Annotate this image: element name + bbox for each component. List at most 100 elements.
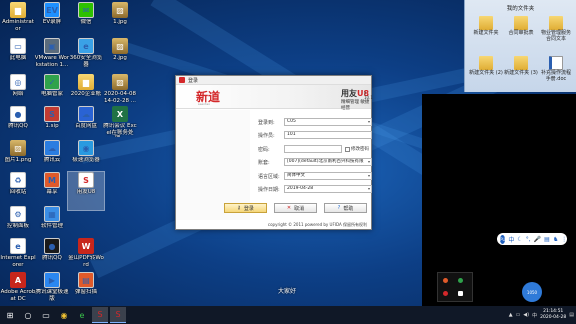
pc-manager-icon: ✓: [44, 74, 60, 90]
desktop-icon[interactable]: ▣ VMware Workstation 1...: [34, 38, 70, 76]
password-row: 密码: 修改密码: [258, 145, 369, 153]
image-file-icon: ▨: [10, 140, 26, 156]
desktop-icon[interactable]: ♻ 回收站: [0, 172, 36, 210]
desktop-icon-label: Internet Explorer: [0, 255, 36, 268]
desktop-icon-selected[interactable]: S 用友U8: [67, 171, 105, 211]
desktop-icon[interactable]: ▆ Administrat or: [0, 2, 36, 40]
ime-punct-icon[interactable]: °,: [526, 236, 531, 243]
login-button-label: 登录: [243, 205, 254, 212]
seentao-logo-sub: seentao: [198, 102, 211, 106]
cancel-button-label: 取消: [294, 205, 305, 212]
language-select[interactable]: 简体中文 ▾: [284, 172, 372, 180]
360-browser-icon[interactable]: e: [74, 307, 90, 323]
tray-app-icon[interactable]: ▲: [509, 312, 513, 318]
slogan: 精细管理 敏捷经营: [341, 100, 370, 111]
ime-shirt-icon[interactable]: ♞: [553, 236, 558, 243]
folder-icon: [514, 56, 528, 70]
excel-file-icon: X: [112, 106, 128, 122]
desktop-icon[interactable]: ● 腾讯QQ: [0, 106, 36, 144]
desktop-icon[interactable]: S 1.sip: [34, 106, 70, 144]
vmware-icon: ▣: [44, 38, 60, 54]
desktop-icon-label: 腾讯QQ: [42, 255, 62, 261]
ime-indicator[interactable]: 中: [532, 312, 537, 319]
password-input[interactable]: [284, 145, 342, 153]
desktop-icon-label: 腾讯QQ: [8, 123, 28, 129]
volume-icon[interactable]: ◀): [523, 312, 529, 318]
login-button[interactable]: ⚷ 登录: [224, 203, 267, 213]
account-set-row: 账套: [007](default)北京南利百兴科技有限 ▾: [258, 158, 372, 166]
desktop-icon[interactable]: ▨ 1.jpg: [102, 2, 138, 40]
folder-icon: [549, 16, 563, 30]
folder-item[interactable]: 新建文件夹 (2): [469, 56, 503, 76]
floating-bubble[interactable]: 1050: [522, 282, 542, 302]
operation-date-label: 操作日期:: [258, 186, 280, 193]
help-button[interactable]: ? 帮助: [324, 203, 367, 213]
ime-keyboard-icon[interactable]: ▤: [544, 236, 550, 243]
login-to-value: C05: [287, 119, 296, 124]
operator-row: 操作员: 101: [258, 131, 372, 139]
copyright-text: copyright © 2011 powered by UFIDA 保留所有权利: [267, 222, 367, 227]
account-set-label: 账套:: [258, 159, 270, 166]
folder-item[interactable]: 补充操作流程手册.doc: [539, 56, 573, 82]
desktop-icon[interactable]: M 幕享: [34, 172, 70, 210]
account-set-select[interactable]: [007](default)北京南利百兴科技有限 ▾: [284, 158, 372, 166]
desktop-icon[interactable]: ● 腾讯QQ: [34, 238, 70, 276]
desktop-icon-label: Administrat or: [2, 19, 34, 32]
chrome-icon[interactable]: ◉: [56, 307, 72, 323]
ime-mic-icon[interactable]: 🎤: [534, 236, 541, 243]
search-icon[interactable]: ○: [20, 307, 36, 323]
language-label: 语言区域:: [258, 173, 280, 180]
mini-app-icon: [458, 278, 463, 283]
operation-date-select[interactable]: 2019-04-28 ▾: [284, 185, 372, 193]
desktop-icon-label: 2.jpg: [113, 55, 127, 61]
desktop-icon[interactable]: ▭ 此电脑: [0, 38, 36, 76]
change-password-checkbox[interactable]: 修改密码: [345, 146, 369, 152]
u8-app-icon[interactable]: S: [92, 307, 108, 323]
ime-moon-icon[interactable]: ☾: [517, 236, 522, 243]
folder-item[interactable]: 新建文件夹: [469, 16, 503, 36]
desktop-icon-label: Adobe Acrobat DC: [0, 289, 36, 302]
desktop-icon[interactable]: A Adobe Acrobat DC: [0, 272, 36, 306]
desktop-icon[interactable]: W 金山PDF转Word: [68, 238, 104, 276]
desktop-icon-label: 腾讯会议 Excel在账务处理...: [103, 123, 137, 137]
clock-date: 2020-04-28: [540, 315, 567, 320]
network-icon[interactable]: ▭: [516, 312, 521, 318]
desktop-icon[interactable]: ▤ 弹窗扫描: [68, 272, 104, 306]
folder-item[interactable]: 物业管理服务合同文本: [539, 16, 573, 42]
ime-lang[interactable]: 中: [508, 235, 514, 244]
desktop-icon[interactable]: e 360安全浏览器: [68, 38, 104, 76]
dialog-banner: 新道 seentao 用友U8 v 10.1 精细管理 敏捷经营: [176, 85, 373, 111]
u8-login-icon[interactable]: S: [110, 307, 126, 323]
jpg-file-icon: ▨: [112, 2, 128, 18]
folder-item[interactable]: 合同审批表: [504, 16, 538, 36]
operator-input[interactable]: 101: [284, 131, 372, 139]
desktop-icon[interactable]: EV EV录屏: [34, 2, 70, 40]
folder-window: 我的文件夹 新建文件夹 合同审批表 物业管理服务合同文本 新建文件夹 (2) 新…: [464, 0, 576, 92]
cancel-button[interactable]: ✕ 取消: [274, 203, 317, 213]
notification-icon[interactable]: ▤: [569, 312, 574, 318]
desktop-icon-label: 腾讯课堂极速版: [35, 289, 69, 302]
clock[interactable]: 21:14:51 2020-04-28: [540, 309, 566, 321]
ime-toolbar[interactable]: PU 中 ☾ °, 🎤 ▤ ♞ ⋮: [497, 233, 567, 245]
login-to-select[interactable]: C05 ▾: [284, 118, 372, 126]
folder-item-label: 新建文件夹: [473, 30, 499, 36]
desktop-icon[interactable]: X 腾讯会议 Excel在账务处理...: [102, 106, 138, 144]
dialog-titlebar[interactable]: 登录: [176, 76, 371, 85]
dialog-title: 登录: [188, 77, 199, 84]
operation-date-row: 操作日期: 2019-04-28 ▾: [258, 185, 372, 193]
desktop-icon-label: 幕享: [46, 189, 58, 195]
desktop-icon[interactable]: ▶ 腾讯课堂极速版: [34, 272, 70, 306]
ime-grid-icon[interactable]: ⋮: [561, 236, 567, 243]
desktop-icon[interactable]: ☁ 百度网盘: [68, 106, 104, 144]
desktop-icon[interactable]: ▨ 2.jpg: [102, 38, 138, 76]
desktop-icon[interactable]: ✉ 微信: [68, 2, 104, 40]
ev-recorder-icon: EV: [44, 2, 60, 18]
desktop-icon[interactable]: e Internet Explorer: [0, 238, 36, 276]
baidu-netdisk-icon: ☁: [78, 106, 94, 122]
desktop-icon-label: 微信: [80, 19, 92, 25]
software-manager-icon: ▦: [44, 206, 60, 222]
folder-item[interactable]: 新建文件夹 (3): [504, 56, 538, 76]
mini-window[interactable]: [437, 272, 473, 302]
start-icon[interactable]: ⊞: [2, 307, 18, 323]
taskview-icon[interactable]: ▭: [38, 307, 54, 323]
